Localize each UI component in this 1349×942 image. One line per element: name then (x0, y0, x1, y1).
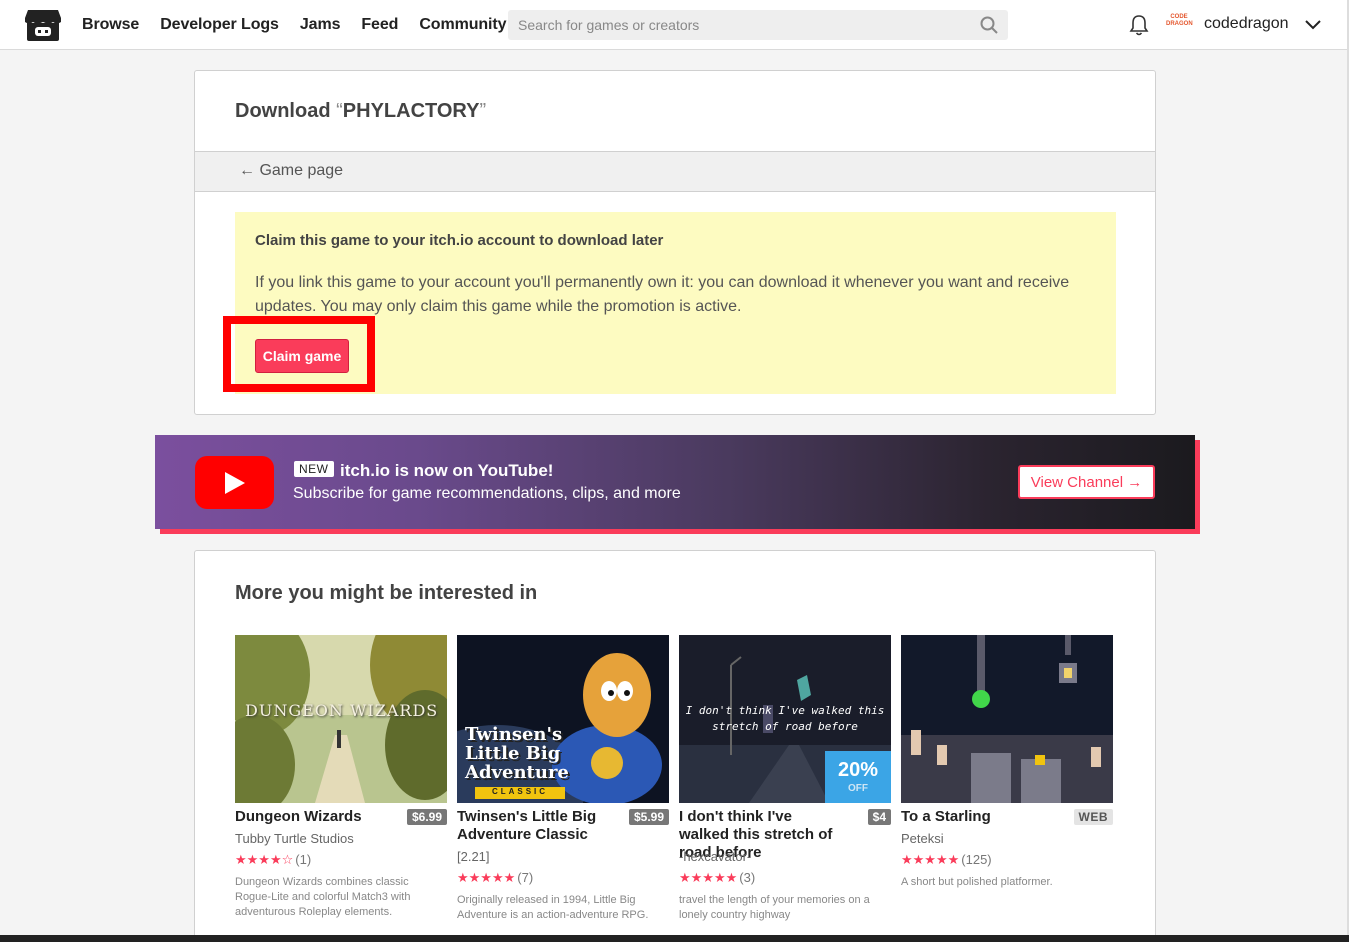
discount-badge: 20% OFF (825, 751, 891, 803)
game-description: Originally released in 1994, Little Big … (457, 894, 649, 921)
youtube-banner[interactable]: NEW itch.io is now on YouTube! Subscribe… (155, 435, 1195, 529)
star-rating: ★★★★★ (125) (901, 852, 992, 867)
search-icon[interactable] (980, 16, 998, 34)
top-header: Browse Developer Logs Jams Feed Communit… (0, 0, 1349, 50)
nav-developer-logs[interactable]: Developer Logs (160, 16, 279, 34)
notification-bell-icon[interactable] (1129, 14, 1149, 36)
game-card-i-dont-think[interactable]: I don't think I've walked this stretch o… (679, 635, 891, 921)
nav-feed[interactable]: Feed (361, 16, 398, 34)
game-author[interactable]: -hexcavator- (679, 849, 751, 864)
star-rating: ★★★★★ (7) (457, 870, 534, 885)
thumbnail-art-text: DUNGEON WIZARDS (245, 701, 439, 720)
itchio-logo-icon[interactable] (24, 8, 62, 42)
game-thumbnail[interactable] (901, 635, 1113, 803)
game-card-twinsen[interactable]: Twinsen's Little Big Adventure CLASSIC T… (457, 635, 669, 921)
game-thumbnail[interactable]: I don't think I've walked this stretch o… (679, 635, 891, 803)
recommendations-title: More you might be interested in (235, 582, 538, 604)
claim-title: Claim this game to your itch.io account … (255, 232, 664, 249)
chevron-down-icon[interactable] (1304, 17, 1322, 33)
claim-description: If you link this game to your account yo… (255, 274, 1070, 315)
youtube-logo-icon (195, 456, 274, 509)
game-title[interactable]: Twinsen's Little Big Adventure Classic (457, 808, 617, 844)
game-page-link[interactable]: ← Game page (239, 162, 343, 180)
nav-community[interactable]: Community (419, 16, 506, 34)
game-description: A short but polished platformer. (901, 876, 1053, 888)
banner-subtitle: Subscribe for game recommendations, clip… (293, 485, 681, 502)
game-description: travel the length of your memories on a … (679, 894, 870, 921)
nav-jams[interactable]: Jams (300, 16, 341, 34)
banner-headline: itch.io is now on YouTube! (340, 461, 554, 480)
game-author[interactable]: Tubby Turtle Studios (235, 831, 354, 846)
game-thumbnail[interactable]: Twinsen's Little Big Adventure CLASSIC (457, 635, 669, 803)
game-thumbnail[interactable]: DUNGEON WIZARDS (235, 635, 447, 803)
search-input[interactable] (508, 10, 968, 40)
game-author[interactable]: [2.21] (457, 849, 490, 864)
username-label[interactable]: codedragon (1204, 15, 1289, 33)
search-bar (508, 10, 1008, 40)
thumbnail-art-subtext: CLASSIC (475, 787, 565, 799)
thumbnail-art-text: I don't think I've walked this stretch o… (685, 704, 885, 733)
game-card-to-a-starling[interactable]: To a Starling WEB Peteksi ★★★★★ (125) A s… (901, 635, 1113, 888)
main-nav: Browse Developer Logs Jams Feed Communit… (82, 0, 527, 50)
platform-badge: WEB (1073, 809, 1113, 825)
page-title: Download “PHYLACTORY” (235, 100, 487, 122)
game-title[interactable]: To a Starling (901, 808, 1061, 826)
game-description: Dungeon Wizards combines classic Rogue-L… (235, 876, 411, 918)
star-rating: ★★★★★ (3) (679, 870, 756, 885)
taskbar-edge (0, 935, 1349, 942)
price-badge: $5.99 (628, 809, 669, 825)
nav-browse[interactable]: Browse (82, 16, 139, 34)
recommendations-panel: More you might be interested in DUNGEON … (194, 550, 1156, 942)
game-author[interactable]: Peteksi (901, 831, 944, 846)
sub-navigation: ← Game page (195, 151, 1155, 192)
user-avatar[interactable]: CODE DRAGON (1166, 14, 1193, 36)
price-badge: $4 (867, 809, 891, 825)
price-badge: $6.99 (406, 809, 447, 825)
thumbnail-art-text: Twinsen's Little Big Adventure (465, 724, 569, 783)
new-badge: NEW (294, 461, 334, 477)
view-channel-button[interactable]: View Channel → (1018, 465, 1155, 499)
star-rating: ★★★★☆ (1) (235, 852, 312, 867)
game-card-dungeon-wizards[interactable]: DUNGEON WIZARDS Dungeon Wizards $6.99 Tu… (235, 635, 447, 918)
game-title[interactable]: Dungeon Wizards (235, 808, 395, 826)
claim-game-button[interactable]: Claim game (255, 339, 349, 373)
